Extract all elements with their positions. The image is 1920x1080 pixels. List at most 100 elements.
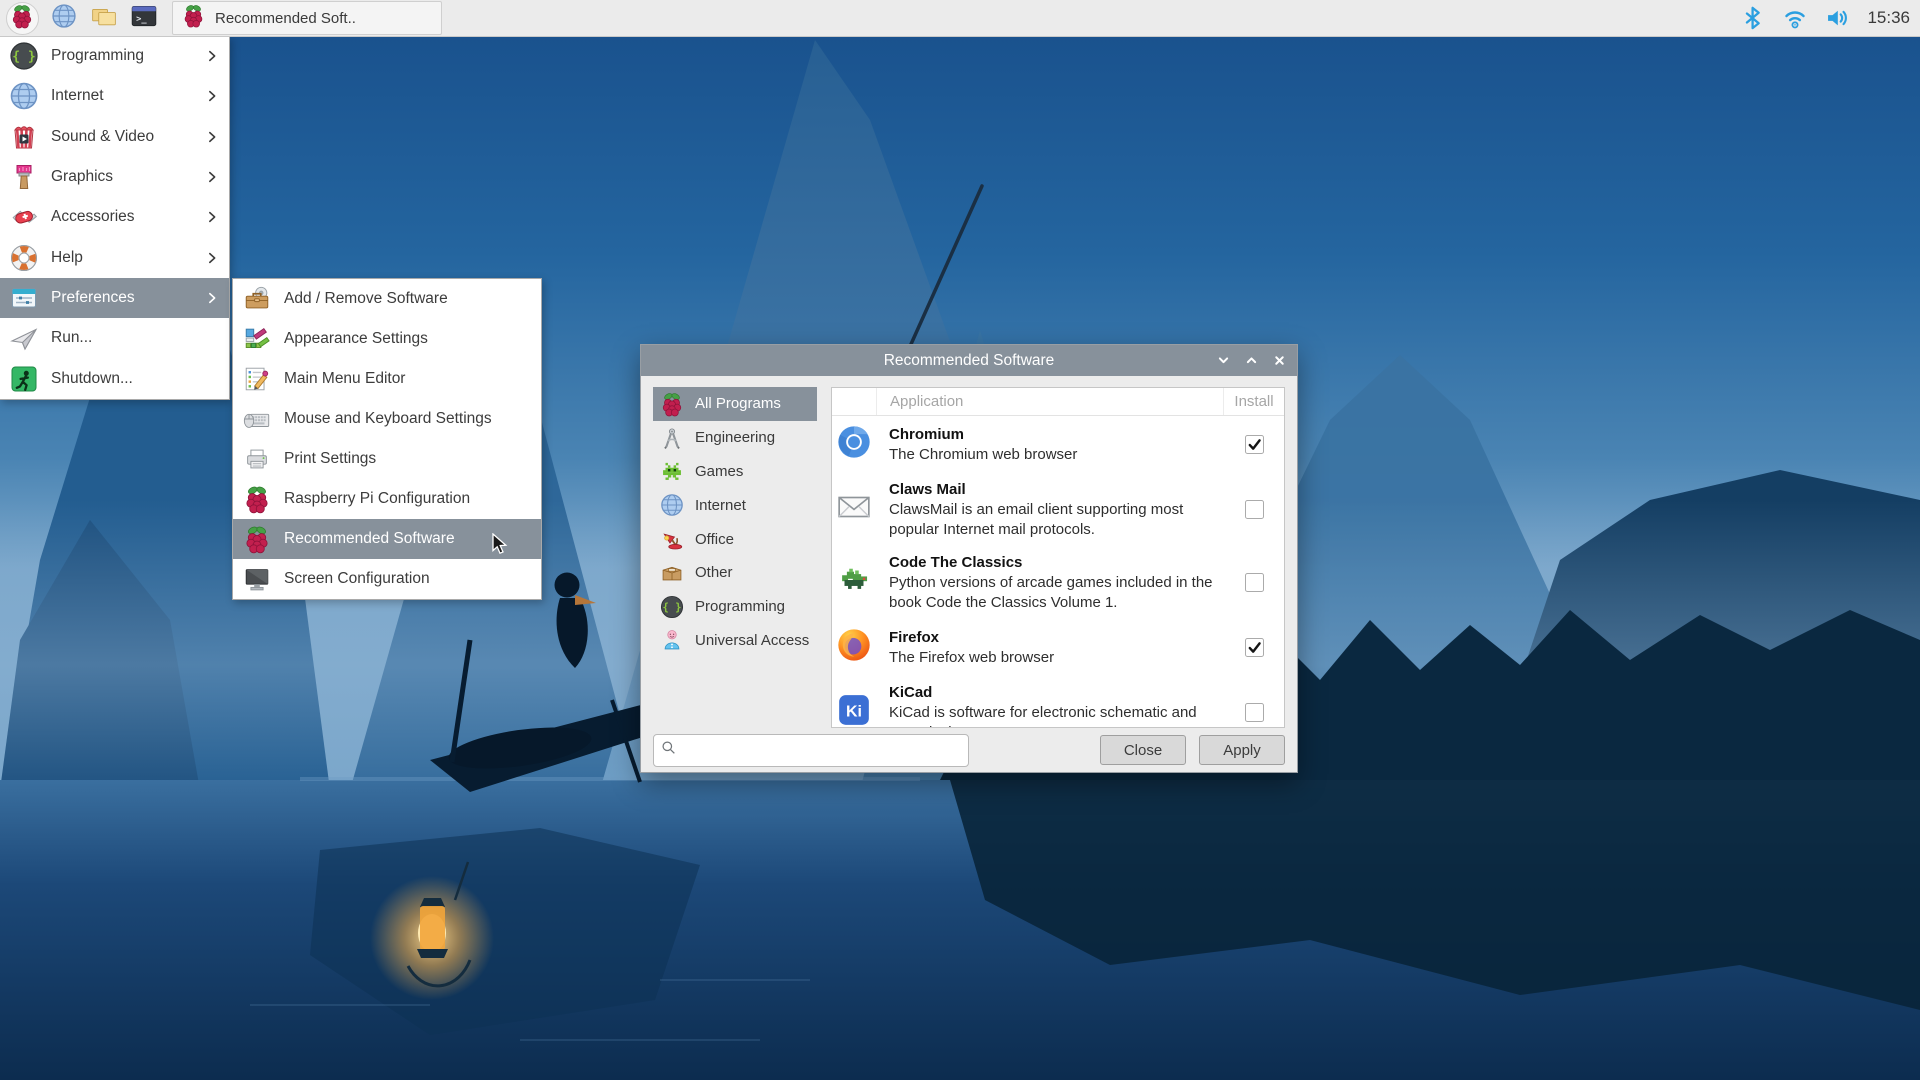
application-description: The Chromium web browser [889,445,1218,465]
application-name: Chromium [889,425,1218,445]
list-header: Application Install [832,388,1284,416]
sound-video-icon [7,120,40,153]
application-menu: { } Programming Internet Sound & Video G… [0,36,230,400]
menu-item-shutdown[interactable]: Shutdown... [0,358,229,398]
menu-item-accessories[interactable]: Accessories [0,197,229,237]
menu-item-graphics[interactable]: Graphics [0,157,229,197]
category-engineering[interactable]: Engineering [653,421,817,455]
chevron-right-icon [205,372,219,386]
application-row-claws-mail[interactable]: Claws Mail ClawsMail is an email client … [832,473,1284,546]
application-row-firefox[interactable]: Firefox The Firefox web browser [832,619,1284,676]
games-icon [658,458,685,485]
claws-mail-icon [835,488,873,531]
file-manager-launcher[interactable] [84,2,124,34]
application-list: Application Install Chromium The Chromiu… [831,387,1285,728]
print-icon [240,443,273,476]
menu-item-sound-video[interactable]: Sound & Video [0,117,229,157]
submenu-item-screen-configuration[interactable]: Screen Configuration [233,559,541,599]
search-box[interactable] [653,734,969,767]
application-description: ClawsMail is an email client supporting … [889,500,1218,539]
chevron-right-icon [205,210,219,224]
raspberry-icon [240,523,273,556]
wifi-icon[interactable] [1781,4,1809,32]
category-universal-access[interactable]: Universal Access [653,624,817,658]
maximize-window-button[interactable] [1244,353,1259,368]
install-checkbox[interactable] [1245,435,1264,454]
application-description: KiCad is software for electronic schemat… [889,703,1218,728]
category-games[interactable]: Games [653,455,817,489]
menu-item-internet[interactable]: Internet [0,76,229,116]
install-checkbox[interactable] [1245,703,1264,722]
clock: 15:36 [1867,8,1910,28]
engineering-icon [658,424,685,451]
graphics-icon [7,161,40,194]
apply-button[interactable]: Apply [1199,735,1285,765]
menu-item-preferences[interactable]: Preferences [0,278,229,318]
shade-window-button[interactable] [1216,353,1231,368]
chevron-right-icon [205,170,219,184]
application-description: The Firefox web browser [889,648,1218,668]
category-office[interactable]: Office [653,522,817,556]
chevron-right-icon [205,291,219,305]
category-programming[interactable]: { } Programming [653,590,817,624]
application-name: KiCad [889,683,1218,703]
web-browser-launcher[interactable] [44,2,84,34]
bluetooth-icon[interactable] [1739,4,1767,32]
add-remove-software-icon [240,283,273,316]
close-window-button[interactable] [1272,353,1287,368]
application-row-chromium[interactable]: Chromium The Chromium web browser [832,416,1284,473]
application-row-kicad[interactable]: Ki KiCad KiCad is software for electroni… [832,676,1284,728]
globe-icon [50,2,78,35]
menu-item-help[interactable]: Help [0,237,229,277]
menu-item-programming[interactable]: { } Programming [0,36,229,76]
install-checkbox[interactable] [1245,638,1264,657]
start-menu-button[interactable] [0,2,44,34]
application-row-code-the-classics[interactable]: Code The Classics Python versions of arc… [832,546,1284,619]
raspberry-icon [240,483,273,516]
menu-item-run[interactable]: Run... [0,318,229,358]
mouse-keyboard-icon [240,403,273,436]
svg-text:{ }: { } [662,601,681,613]
submenu-item-print-settings[interactable]: Print Settings [233,439,541,479]
universal-access-icon [658,627,685,654]
screen-config-icon [240,563,273,596]
chevron-right-icon [205,251,219,265]
application-column-header[interactable]: Application [877,393,1223,410]
window-titlebar[interactable]: Recommended Software [641,345,1297,376]
code-classics-icon [835,561,873,604]
raspberry-icon [181,3,206,33]
install-checkbox[interactable] [1245,500,1264,519]
install-checkbox[interactable] [1245,573,1264,592]
internet-icon [658,492,685,519]
accessories-icon [7,201,40,234]
recommended-software-window: Recommended Software All Programs Engine… [640,344,1298,773]
submenu-item-add-remove-software[interactable]: Add / Remove Software [233,279,541,319]
search-input[interactable] [682,741,962,760]
category-list: All Programs Engineering Games Internet … [653,387,817,728]
submenu-item-main-menu-editor[interactable]: Main Menu Editor [233,359,541,399]
submenu-item-appearance-settings[interactable]: Appearance Settings [233,319,541,359]
category-internet[interactable]: Internet [653,488,817,522]
category-all-programs[interactable]: All Programs [653,387,817,421]
taskbar-window-label: Recommended Soft.. [215,10,356,27]
submenu-item-raspberry-pi-configuration[interactable]: Raspberry Pi Configuration [233,479,541,519]
install-column-header[interactable]: Install [1223,388,1284,415]
raspberry-icon [658,390,685,417]
taskbar-window-button[interactable]: Recommended Soft.. [172,1,442,35]
volume-icon[interactable] [1823,4,1851,32]
window-title: Recommended Software [641,352,1297,370]
dialog-content: All Programs Engineering Games Internet … [641,376,1297,728]
category-other[interactable]: Other [653,556,817,590]
terminal-icon: >_ [130,2,158,35]
close-button[interactable]: Close [1100,735,1186,765]
raspberry-icon [9,3,35,34]
chevron-right-icon [205,49,219,63]
icon-column-header [832,388,877,415]
terminal-launcher[interactable]: >_ [124,2,164,34]
application-rows: Chromium The Chromium web browser Claws … [832,416,1284,728]
application-name: Claws Mail [889,480,1218,500]
submenu-item-mouse-and-keyboard-settings[interactable]: Mouse and Keyboard Settings [233,399,541,439]
preferences-icon [7,281,40,314]
dialog-footer: Close Apply [641,728,1297,772]
window-controls [1216,353,1297,368]
